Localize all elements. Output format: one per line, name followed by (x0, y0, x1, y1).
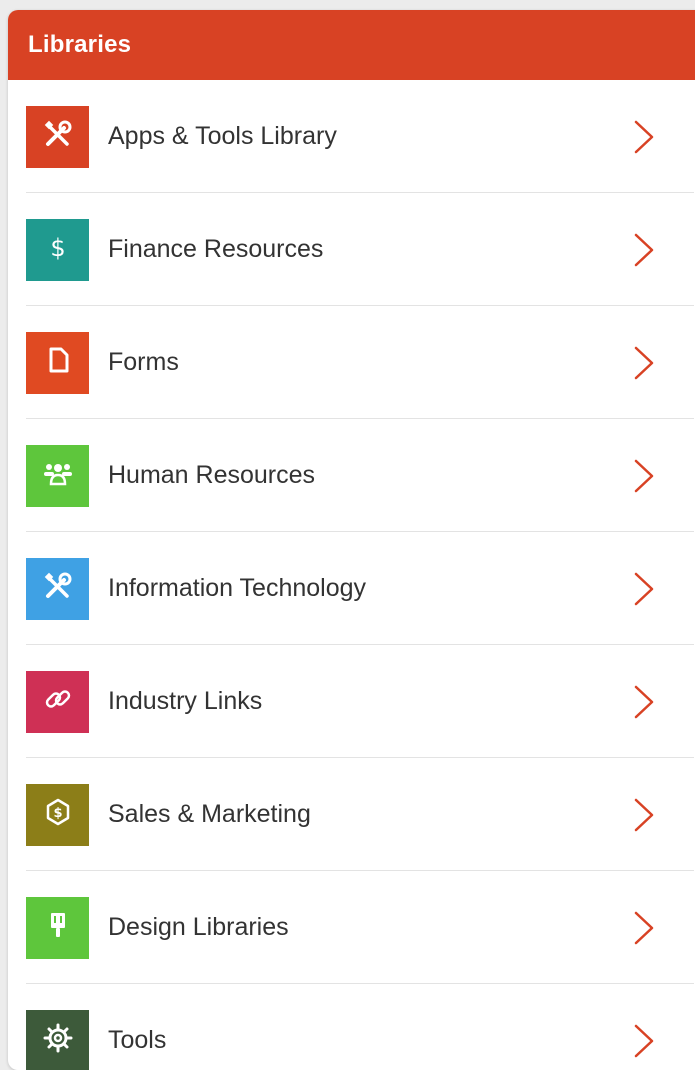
list-item-label: Forms (108, 348, 179, 377)
chevron-right-icon (633, 798, 655, 832)
chevron-right-icon (633, 459, 655, 493)
list-item-label: Apps & Tools Library (108, 122, 337, 151)
page-title: Libraries (28, 31, 131, 59)
list-item-industry-links[interactable]: Industry Links (8, 645, 695, 758)
gear-icon (43, 1023, 73, 1058)
tile-industry-links (26, 671, 89, 733)
chevron-right-icon (633, 346, 655, 380)
list-item-label: Sales & Marketing (108, 800, 311, 829)
chevron-right-icon (633, 911, 655, 945)
list-item-tools[interactable]: Tools (8, 984, 695, 1070)
tile-design-libraries (26, 897, 89, 959)
list-item-label: Design Libraries (108, 913, 289, 942)
chevron-right-icon (633, 685, 655, 719)
tile-sales-marketing: $ (26, 784, 89, 846)
chevron-right-icon (633, 1024, 655, 1058)
chevron-right-icon (633, 120, 655, 154)
tile-information-technology (26, 558, 89, 620)
list-item-forms[interactable]: Forms (8, 306, 695, 419)
libraries-header: Libraries (8, 10, 695, 80)
tile-human-resources (26, 445, 89, 507)
tile-apps-tools (26, 106, 89, 168)
list-item-human-resources[interactable]: Human Resources (8, 419, 695, 532)
list-item-information-technology[interactable]: Information Technology (8, 532, 695, 645)
libraries-panel: Libraries Apps & Tools Library (8, 10, 695, 1070)
tile-finance: $ (26, 219, 89, 281)
chevron-right-icon (633, 572, 655, 606)
tools-icon (43, 571, 73, 606)
tile-forms (26, 332, 89, 394)
list-item-design-libraries[interactable]: Design Libraries (8, 871, 695, 984)
list-item-sales-marketing[interactable]: $ Sales & Marketing (8, 758, 695, 871)
list-item-label: Finance Resources (108, 235, 323, 264)
paint-brush-icon (43, 910, 73, 945)
list-item-label: Information Technology (108, 574, 366, 603)
list-item-label: Industry Links (108, 687, 262, 716)
list-item-apps-tools-library[interactable]: Apps & Tools Library (8, 80, 695, 193)
libraries-list: Apps & Tools Library $ Finance Resources (8, 80, 695, 1070)
list-item-label: Human Resources (108, 461, 315, 490)
document-icon (43, 345, 73, 380)
tools-icon (43, 119, 73, 154)
dollar-icon: $ (43, 232, 73, 267)
list-item-finance-resources[interactable]: $ Finance Resources (8, 193, 695, 306)
money-badge-icon: $ (43, 797, 73, 832)
svg-text:$: $ (53, 806, 62, 821)
chevron-right-icon (633, 233, 655, 267)
list-item-label: Tools (108, 1026, 166, 1055)
tile-tools (26, 1010, 89, 1070)
people-icon (43, 458, 73, 493)
svg-text:$: $ (50, 234, 65, 262)
link-icon (43, 684, 73, 719)
